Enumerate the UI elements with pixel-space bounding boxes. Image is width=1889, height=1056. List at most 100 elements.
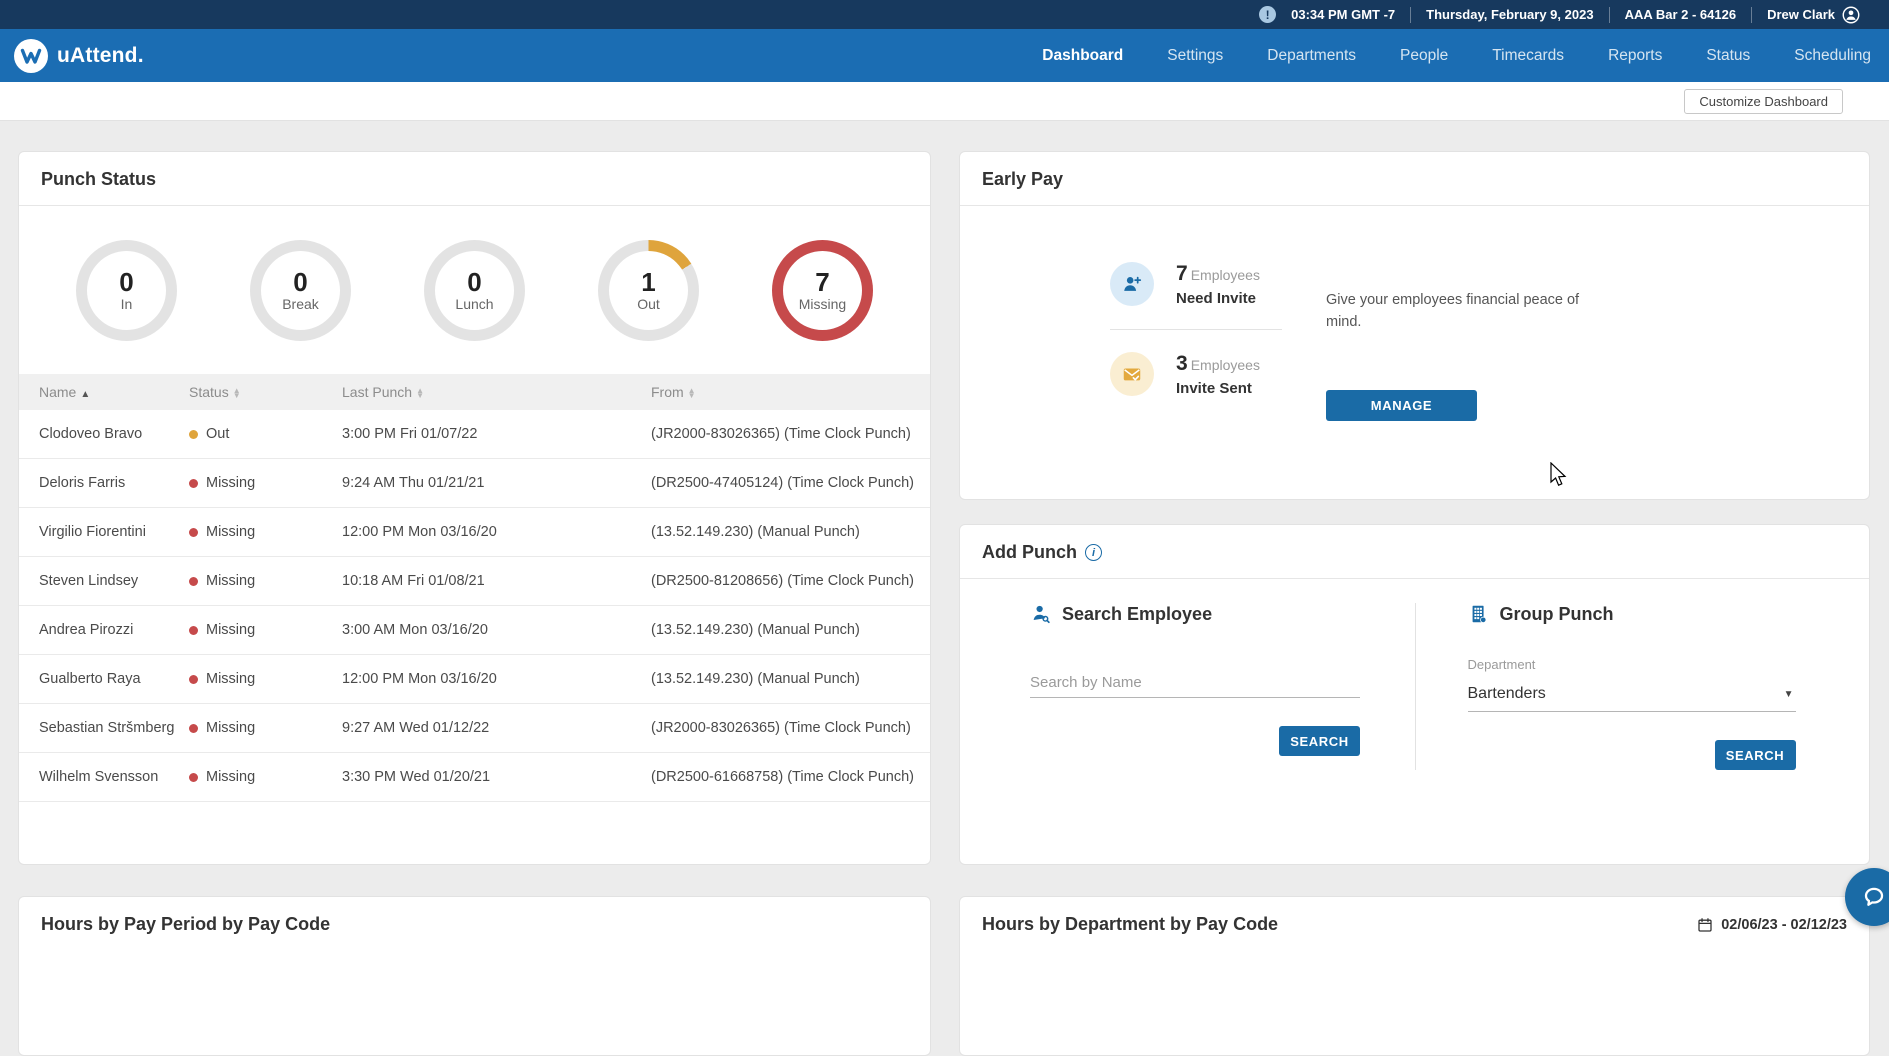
hours-department-title: Hours by Department by Pay Code: [982, 914, 1278, 935]
person-search-icon: [1030, 603, 1052, 625]
department-select[interactable]: Bartenders ▼: [1468, 678, 1796, 712]
table-row[interactable]: Andrea Pirozzi Missing 3:00 AM Mon 03/16…: [19, 606, 931, 655]
donut-value: 0: [293, 269, 307, 296]
user-name: Drew Clark: [1767, 7, 1835, 22]
donut-value: 7: [815, 269, 829, 296]
nav-item-departments[interactable]: Departments: [1267, 47, 1356, 65]
cell-from: (JR2000-83026365) (Time Clock Punch): [651, 704, 931, 753]
invite-sent-label: Invite Sent: [1176, 380, 1260, 397]
column-header-from[interactable]: From▲▼: [651, 374, 931, 410]
cell-last-punch: 12:00 PM Mon 03/16/20: [342, 655, 651, 704]
punch-status-table: Name▲ Status▲▼ Last Punch▲▼ From▲▼ Clodo…: [19, 374, 931, 802]
invite-sent-stat: 3Employees Invite Sent: [1110, 352, 1326, 397]
donut-label: In: [121, 296, 133, 312]
early-pay-message: Give your employees financial peace of m…: [1326, 289, 1588, 334]
nav-item-scheduling[interactable]: Scheduling: [1794, 47, 1871, 65]
early-pay-body: 7Employees Need Invite: [960, 206, 1869, 421]
cell-status: Missing: [189, 524, 332, 540]
right-column: Early Pay 7Employees Need: [959, 151, 1870, 865]
table-row[interactable]: Steven Lindsey Missing 10:18 AM Fri 01/0…: [19, 557, 931, 606]
nav-item-status[interactable]: Status: [1706, 47, 1750, 65]
dashboard-content: Punch Status 0 In0 Break0 Lunch1 Out7 Mi…: [0, 121, 1889, 1056]
brand-name: uAttend.: [57, 44, 144, 68]
donut-label: Break: [282, 296, 319, 312]
cell-from: (JR2000-83026365) (Time Clock Punch): [651, 410, 931, 459]
cell-from: (DR2500-81208656) (Time Clock Punch): [651, 557, 931, 606]
nav-item-timecards[interactable]: Timecards: [1492, 47, 1564, 65]
early-pay-title: Early Pay: [960, 152, 1869, 206]
status-dot-icon: [189, 626, 198, 635]
search-employee-input[interactable]: [1030, 668, 1360, 698]
donut-label: Missing: [799, 296, 846, 312]
cell-status: Missing: [189, 475, 332, 491]
sort-icon: ▲▼: [688, 388, 696, 398]
brand-logo[interactable]: uAttend.: [14, 39, 144, 73]
search-employee-heading: Search Employee: [1030, 603, 1360, 625]
cell-from: (DR2500-61668758) (Time Clock Punch): [651, 753, 931, 802]
table-row[interactable]: Virgilio Fiorentini Missing 12:00 PM Mon…: [19, 508, 931, 557]
column-header-status[interactable]: Status▲▼: [189, 374, 342, 410]
table-row[interactable]: Clodoveo Bravo Out 3:00 PM Fri 01/07/22 …: [19, 410, 931, 459]
info-icon[interactable]: i: [1085, 544, 1102, 561]
add-punch-title: Add Punch: [982, 542, 1077, 563]
early-pay-stats: 7Employees Need Invite: [1110, 262, 1326, 421]
donut-in[interactable]: 0 In: [76, 240, 177, 341]
account-name[interactable]: AAA Bar 2 - 64126: [1610, 7, 1752, 23]
table-row[interactable]: Deloris Farris Missing 9:24 AM Thu 01/21…: [19, 459, 931, 508]
status-dot-icon: [189, 479, 198, 488]
group-punch-section: Group Punch Department Bartenders ▼ SEAR…: [1415, 603, 1870, 770]
early-pay-promo: Give your employees financial peace of m…: [1326, 262, 1839, 421]
clock-time: 03:34 PM GMT -7: [1276, 7, 1410, 23]
uattend-logo-icon: [14, 39, 48, 73]
current-date: Thursday, February 9, 2023: [1411, 7, 1608, 23]
cell-name: Deloris Farris: [19, 459, 189, 508]
add-punch-header: Add Punch i: [960, 525, 1869, 579]
donut-value: 0: [119, 269, 133, 296]
table-row[interactable]: Gualberto Raya Missing 12:00 PM Mon 03/1…: [19, 655, 931, 704]
donut-label: Out: [637, 296, 660, 312]
group-punch-search-button[interactable]: SEARCH: [1715, 740, 1796, 770]
donut-missing[interactable]: 7 Missing: [772, 240, 873, 341]
sort-icon: ▲▼: [416, 388, 424, 398]
nav-item-settings[interactable]: Settings: [1167, 47, 1223, 65]
status-dot-icon: [189, 528, 198, 537]
column-header-name[interactable]: Name▲: [19, 374, 189, 410]
cell-name: Virgilio Fiorentini: [19, 508, 189, 557]
envelope-check-icon: [1110, 352, 1154, 396]
search-employee-button[interactable]: SEARCH: [1279, 726, 1360, 756]
nav-item-reports[interactable]: Reports: [1608, 47, 1662, 65]
hours-by-pay-period-card: Hours by Pay Period by Pay Code: [18, 896, 931, 1056]
donut-break[interactable]: 0 Break: [250, 240, 351, 341]
date-range-picker[interactable]: 02/06/23 - 02/12/23: [1697, 917, 1847, 933]
table-row[interactable]: Wilhelm Svensson Missing 3:30 PM Wed 01/…: [19, 753, 931, 802]
cell-last-punch: 12:00 PM Mon 03/16/20: [342, 508, 651, 557]
cell-last-punch: 3:00 PM Fri 01/07/22: [342, 410, 651, 459]
cell-name: Andrea Pirozzi: [19, 606, 189, 655]
customize-dashboard-button[interactable]: Customize Dashboard: [1684, 89, 1843, 114]
nav-item-people[interactable]: People: [1400, 47, 1448, 65]
top-utility-bar: ! 03:34 PM GMT -7 Thursday, February 9, …: [0, 0, 1889, 29]
user-menu[interactable]: Drew Clark: [1752, 7, 1875, 23]
punch-status-donuts: 0 In0 Break0 Lunch1 Out7 Missing: [19, 206, 930, 341]
table-row[interactable]: Sebastian Stršmberg Missing 9:27 AM Wed …: [19, 704, 931, 753]
punch-status-title: Punch Status: [19, 152, 930, 206]
avatar-icon: [1842, 6, 1860, 24]
cell-status: Out: [189, 426, 332, 442]
table-header-row: Name▲ Status▲▼ Last Punch▲▼ From▲▼: [19, 374, 931, 410]
alert-info-icon[interactable]: !: [1259, 6, 1276, 23]
add-punch-body: Search Employee SEARCH: [960, 579, 1869, 770]
nav-item-dashboard[interactable]: Dashboard: [1042, 47, 1123, 65]
donut-value: 0: [467, 269, 481, 296]
manage-button[interactable]: MANAGE: [1326, 390, 1477, 421]
column-header-last-punch[interactable]: Last Punch▲▼: [342, 374, 651, 410]
donut-label: Lunch: [455, 296, 493, 312]
cell-from: (13.52.149.230) (Manual Punch): [651, 655, 931, 704]
chevron-down-icon: ▼: [1784, 689, 1794, 700]
cell-name: Gualberto Raya: [19, 655, 189, 704]
donut-value: 1: [641, 269, 655, 296]
hours-pay-period-title: Hours by Pay Period by Pay Code: [41, 914, 330, 935]
donut-lunch[interactable]: 0 Lunch: [424, 240, 525, 341]
donut-out[interactable]: 1 Out: [598, 240, 699, 341]
search-employee-section: Search Employee SEARCH: [960, 603, 1415, 770]
sub-header-strip: Customize Dashboard: [0, 82, 1889, 121]
